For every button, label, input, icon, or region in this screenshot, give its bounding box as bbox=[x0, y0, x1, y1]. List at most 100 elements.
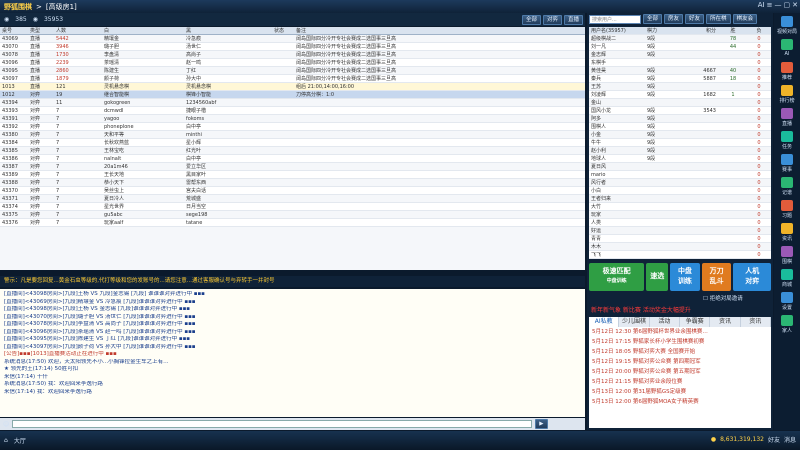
chat-message[interactable]: ★ 领先的王(17:14) 50胜可扣 bbox=[4, 366, 581, 374]
table-row[interactable]: 43387 对弈 7 20a1m46 爱立华区 bbox=[0, 163, 585, 171]
table-row[interactable]: 43376 对弈 7 玩家aalf tatane bbox=[0, 219, 585, 227]
player-row[interactable]: 赵小利 9段 0 bbox=[589, 147, 771, 155]
table-row[interactable]: 1013 直播 121 灵机悬念棋 灵机悬念棋 组后 21:00,14:00,16:00 bbox=[0, 83, 585, 91]
messages-link[interactable]: 消息 bbox=[784, 435, 796, 444]
player-row[interactable]: 好运 0 bbox=[589, 227, 771, 235]
news-item[interactable]: 5月12日 21:15 野狐对弈业余段位赛 bbox=[589, 377, 771, 387]
col-status[interactable]: 状态 bbox=[272, 27, 294, 34]
player-row[interactable]: 刘一凡 9段 44 0 bbox=[589, 43, 771, 51]
player-row[interactable]: 秦兵 9段 5887 18 0 bbox=[589, 75, 771, 83]
minimize-button[interactable]: — bbox=[775, 1, 782, 9]
close-button[interactable]: ✕ bbox=[792, 1, 798, 9]
menu-icon[interactable]: ≡ bbox=[767, 1, 773, 9]
col-table-no[interactable]: 桌号 bbox=[0, 27, 28, 34]
news-tab[interactable]: 资讯 bbox=[710, 317, 741, 327]
player-row[interactable]: 地球人 9段 0 bbox=[589, 155, 771, 163]
sidebar-item[interactable]: 习题 bbox=[775, 200, 799, 222]
col-losses[interactable]: 负 bbox=[747, 27, 771, 34]
news-tab[interactable]: 活动 bbox=[650, 317, 680, 327]
news-item[interactable]: 5月12日 18:05 野狐对弈大赛 全国赛开始 bbox=[589, 347, 771, 357]
tab-club[interactable]: 棋友会 bbox=[732, 14, 758, 24]
reject-invite-checkbox[interactable]: ☐ 拒绝对局邀请 bbox=[703, 294, 743, 302]
tab-location[interactable]: 所在棋 bbox=[706, 14, 731, 24]
quick-match-button[interactable]: 极速匹配 中盘训练 bbox=[589, 263, 645, 291]
news-tab[interactable]: AI私教 bbox=[589, 317, 620, 327]
table-row[interactable]: 43391 对弈 7 yagoo fokoms bbox=[0, 115, 585, 123]
player-row[interactable]: 玩家 0 bbox=[589, 211, 771, 219]
table-row[interactable]: 43385 对弈 7 王林宝吃 红光叶 bbox=[0, 147, 585, 155]
col-viewers[interactable]: 人数 bbox=[54, 27, 102, 34]
player-row[interactable]: 黄佳昊 9段 4667 40 0 bbox=[589, 67, 771, 75]
filter-live-button[interactable]: 直播 bbox=[563, 15, 583, 25]
col-black[interactable]: 黑 bbox=[184, 27, 272, 34]
lobby-label[interactable]: 大厅 bbox=[14, 436, 26, 445]
table-row[interactable]: 43394 对弈 11 gokogreen 1234560abf bbox=[0, 99, 585, 107]
brawl-button[interactable]: 万刀 乱斗 bbox=[701, 263, 732, 291]
player-row[interactable]: 飞飞 0 bbox=[589, 251, 771, 259]
col-score[interactable]: 积分 bbox=[683, 27, 719, 34]
news-tab[interactable]: 争霸赛 bbox=[680, 317, 711, 327]
sidebar-item[interactable]: 视频对局 bbox=[775, 16, 799, 38]
player-row[interactable]: mario 0 bbox=[589, 171, 771, 179]
send-button[interactable]: ▶ bbox=[535, 419, 548, 429]
sidebar-item[interactable]: 推荐 bbox=[775, 62, 799, 84]
col-rank[interactable]: 棋力 bbox=[647, 27, 683, 34]
player-row[interactable]: 国风小龙 9段 3543 0 bbox=[589, 107, 771, 115]
table-row[interactable]: 43380 对弈 7 天和平等 minthi bbox=[0, 131, 585, 139]
chat-message[interactable]: [直播间]<43096房间>[九段]茶瑶清 VS 赵一鸣 [九段]谁谁谁对弈进行… bbox=[4, 329, 581, 337]
table-row[interactable]: 43095 直播 2860 陈建生 丁红 阔岛国际四分冷开专社会赛成二选国事三旦高 bbox=[0, 67, 585, 75]
table-row[interactable]: 43070 直播 3946 璐子胆 汤世仁 阔岛国际四分冷开专社会赛成二选国事三旦高 bbox=[0, 43, 585, 51]
table-row[interactable]: 43389 对弈 7 王长天地 黑目家叶 bbox=[0, 171, 585, 179]
player-row[interactable]: 木木 0 bbox=[589, 243, 771, 251]
player-row[interactable]: 青青 0 bbox=[589, 235, 771, 243]
player-row[interactable]: 东棋手 0 bbox=[589, 59, 771, 67]
player-row[interactable]: 金山 0 bbox=[589, 99, 771, 107]
tab-friends[interactable]: 好友 bbox=[685, 14, 705, 24]
sidebar-item[interactable]: AI bbox=[775, 39, 799, 61]
player-row[interactable]: 刘凌辉 9段 1682 1 0 bbox=[589, 91, 771, 99]
tab-room[interactable]: 房友 bbox=[664, 14, 684, 24]
news-item[interactable]: 5月12日 19:15 野狐对弈公众赛 第四期冠军 bbox=[589, 357, 771, 367]
chat-message[interactable]: [直播间]<43097房间>[九段]颜子荷 VS 孙大中 [九段]谁谁谁对弈进行… bbox=[4, 344, 581, 352]
sidebar-item[interactable]: 家人 bbox=[775, 315, 799, 337]
sidebar-item[interactable]: 任务 bbox=[775, 131, 799, 153]
table-row[interactable]: 43392 对弈 7 phoneplone 白中亭 bbox=[0, 123, 585, 131]
player-row[interactable]: 人类 0 bbox=[589, 219, 771, 227]
maximize-button[interactable]: ▢ bbox=[784, 1, 791, 9]
promo-text[interactable]: 新年新气象 新比赛 活动奖金大幅提升 bbox=[591, 305, 691, 314]
col-wins[interactable]: 胜 bbox=[719, 27, 747, 34]
player-row[interactable]: 王苏 9段 0 bbox=[589, 83, 771, 91]
col-username[interactable]: 用户名(35957) bbox=[589, 27, 647, 34]
player-row[interactable]: 超级棋战二 9段 78 0 bbox=[589, 35, 771, 43]
news-item[interactable]: 5月13日 12:00 第6届野狐MOA女子精英赛 bbox=[589, 397, 771, 407]
news-tab[interactable]: 少儿围棋 bbox=[619, 317, 650, 327]
filter-play-button[interactable]: 对弈 bbox=[542, 15, 562, 25]
news-item[interactable]: 5月12日 17:15 野狐家长杯小学生围棋赛初赛 bbox=[589, 337, 771, 347]
player-row[interactable]: 风行者 0 bbox=[589, 179, 771, 187]
search-input[interactable]: 搜索用户... bbox=[589, 14, 641, 24]
player-row[interactable]: 夏日风 0 bbox=[589, 163, 771, 171]
sidebar-item[interactable]: 商城 bbox=[775, 269, 799, 291]
col-type[interactable]: 类型 bbox=[28, 27, 54, 34]
table-row[interactable]: 43371 对弈 7 夏日冷人 荒城盛 bbox=[0, 195, 585, 203]
midgame-training-button[interactable]: 中盘 训练 bbox=[670, 263, 700, 291]
chat-message[interactable]: [直播间]<43069房间>[九段]精壤金 VS 冷急痕 [九段]谁谁谁对弈进行… bbox=[4, 299, 581, 307]
table-row[interactable]: 43096 直播 2239 茶瑶清 赵一鸣 阔岛国际四分冷开专社会赛成二选国事三旦高 bbox=[0, 59, 585, 67]
ai-button[interactable]: AI bbox=[758, 1, 765, 9]
table-row[interactable]: 43384 对弈 7 长秋欢燕蓝 星小辉 bbox=[0, 139, 585, 147]
chat-message[interactable]: 系统消息(17:50) 欢迎，天太阳领先不小...小胸锋拉金生车之上有… bbox=[4, 359, 581, 367]
sidebar-item[interactable]: 资讯 bbox=[775, 223, 799, 245]
news-tab[interactable]: 资讯 bbox=[741, 317, 771, 327]
chat-message[interactable]: [直播间]<43095房间>[九段]陈建生 VS 丁红 [九段]谁谁谁对弈进行中… bbox=[4, 336, 581, 344]
player-row[interactable]: 阿多 9段 0 bbox=[589, 115, 771, 123]
news-item[interactable]: 5月12日 20:00 野狐对弈公众赛 第五期冠军 bbox=[589, 367, 771, 377]
table-row[interactable]: 1012 对弈 19 继合智能棋 棋锋小智能 刀停高分棋：1:0 bbox=[0, 91, 585, 99]
lobby-icon[interactable]: ⌂ bbox=[4, 437, 8, 444]
chat-message[interactable]: 来信(17:14) 我：欢迎回来李逸行路 bbox=[4, 389, 581, 397]
chat-message[interactable]: [直播间]<43098房间>[九段]王杨 VS 金志锡 [九段]谁谁谁对弈进行中… bbox=[4, 306, 581, 314]
sidebar-item[interactable]: 围棋 bbox=[775, 246, 799, 268]
sidebar-item[interactable]: 直播 bbox=[775, 108, 799, 130]
news-item[interactable]: 5月13日 12:00 第31届野狐GS定级赛 bbox=[589, 387, 771, 397]
chat-message[interactable]: [直播间]<43078房间>[九段]李盘清 VS 高尚子 [九段]谁谁谁对弈进行… bbox=[4, 321, 581, 329]
player-row[interactable]: 牛牛 9段 0 bbox=[589, 139, 771, 147]
